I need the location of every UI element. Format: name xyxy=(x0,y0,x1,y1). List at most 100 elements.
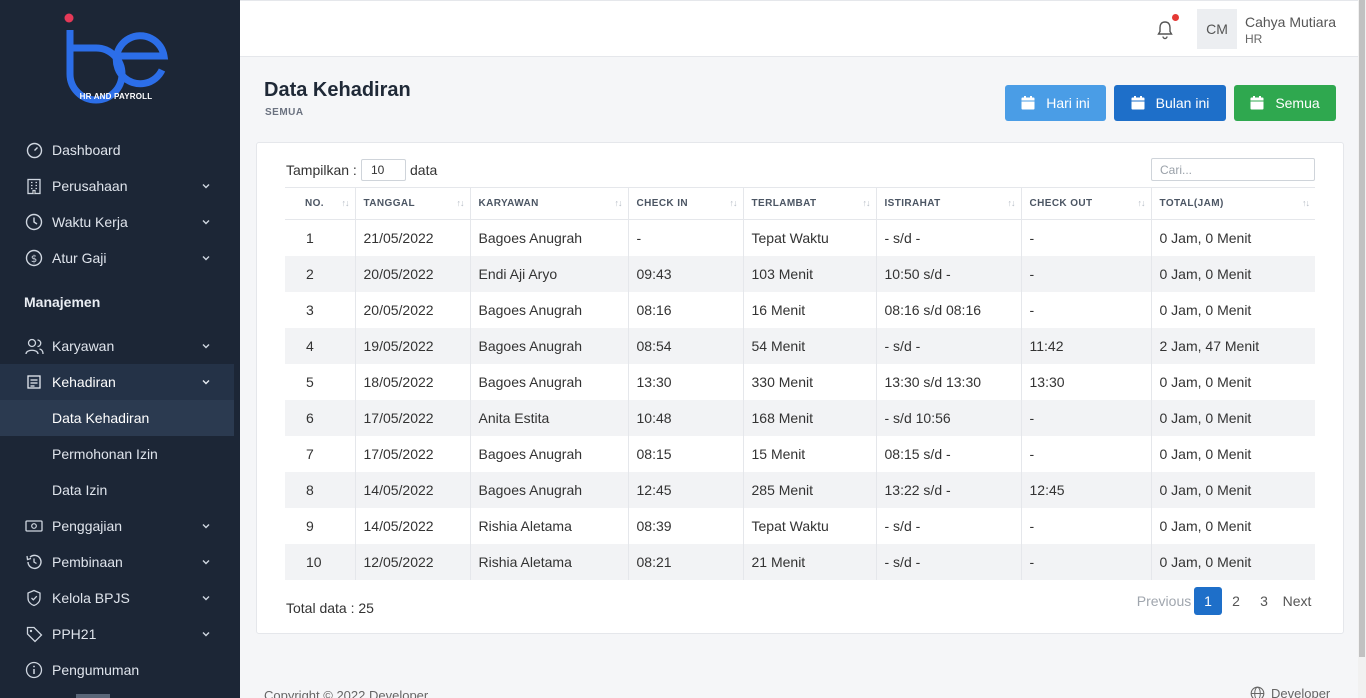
table-cell: 08:54 xyxy=(627,327,743,364)
sidebar-item-label: Karyawan xyxy=(52,338,115,354)
column-header-label: TANGGAL xyxy=(363,198,415,209)
pagination-next[interactable]: Next xyxy=(1278,587,1316,615)
notification-bell-icon[interactable] xyxy=(1154,19,1176,41)
column-header-no[interactable]: NO. ↑↓ xyxy=(285,187,355,220)
sidebar: HR AND PAYROLL Dashboard Perusahaan Wakt… xyxy=(0,0,240,698)
pagination-previous[interactable]: Previous xyxy=(1135,587,1193,615)
table-cell: Bagoes Anugrah xyxy=(469,435,628,472)
table-cell: Anita Estita xyxy=(469,399,628,436)
page-length-label: Tampilkan : xyxy=(286,162,357,178)
column-header-karyawan[interactable]: KARYAWAN ↑↓ xyxy=(469,187,628,220)
sidebar-subitem-permohonan-izin[interactable]: Permohonan Izin xyxy=(0,436,240,472)
attendance-card: Tampilkan : 10 data NO. ↑↓ TANGGAL ↑↓ KARY… xyxy=(256,142,1344,634)
table-row: 9 14/05/2022 Rishia Aletama 08:39 Tepat Wakt… xyxy=(285,507,1315,544)
table-cell: - xyxy=(1020,507,1151,544)
table-row: 7 17/05/2022 Bagoes Anugrah 08:15 15 Menit 08… xyxy=(285,435,1315,472)
sidebar-nav: Dashboard Perusahaan Waktu Kerja $ Atur … xyxy=(0,132,240,688)
table-row: 10 12/05/2022 Rishia Aletama 08:21 21 Menit -… xyxy=(285,543,1315,580)
sidebar-item-penggajian[interactable]: Penggajian xyxy=(0,508,240,544)
table-cell: 1 xyxy=(285,219,355,256)
pagination-page-1[interactable]: 1 xyxy=(1194,587,1222,615)
sort-icon: ↑↓ xyxy=(614,198,623,208)
table-cell: 9 xyxy=(285,507,355,544)
avatar[interactable]: CM xyxy=(1197,9,1237,49)
table-cell: 10:50 s/d - xyxy=(875,255,1021,292)
sidebar-item-pph21[interactable]: PPH21 xyxy=(0,616,240,652)
month-filter-button[interactable]: Bulan ini xyxy=(1114,85,1226,121)
column-header-tanggal[interactable]: TANGGAL ↑↓ xyxy=(354,187,470,220)
sidebar-item-kelola-bpjs[interactable]: Kelola BPJS xyxy=(0,580,240,616)
table-cell: - s/d 10:56 xyxy=(875,399,1021,436)
chevron-down-icon xyxy=(202,344,210,349)
table-body: 1 21/05/2022 Bagoes Anugrah - Tepat Waktu - s… xyxy=(285,219,1315,580)
table-cell: - xyxy=(1020,435,1151,472)
table-row: 2 20/05/2022 Endi Aji Aryo 09:43 103 Menit 10… xyxy=(285,255,1315,292)
table-cell: Bagoes Anugrah xyxy=(469,363,628,400)
sort-icon: ↑↓ xyxy=(341,198,350,208)
table-cell: 168 Menit xyxy=(742,399,876,436)
column-header-label: CHECK OUT xyxy=(1029,198,1093,209)
sidebar-item-pembinaan[interactable]: Pembinaan xyxy=(0,544,240,580)
page-subtitle: SEMUA xyxy=(265,107,304,118)
table-cell: - xyxy=(1020,291,1151,328)
table-cell: 330 Menit xyxy=(742,363,876,400)
table-cell: - xyxy=(1020,255,1151,292)
sidebar-item-atur-gaji[interactable]: $ Atur Gaji xyxy=(0,240,240,276)
column-header-total-jam[interactable]: TOTAL(JAM) ↑↓ xyxy=(1150,187,1315,220)
all-filter-button[interactable]: Semua xyxy=(1234,85,1336,121)
chevron-down-icon xyxy=(202,524,210,529)
table-cell: - xyxy=(1020,399,1151,436)
sidebar-item-pengumuman[interactable]: Pengumuman xyxy=(0,652,240,688)
table-cell: 13:30 xyxy=(627,363,743,400)
table-cell: - s/d - xyxy=(875,543,1021,580)
table-cell: 13:22 s/d - xyxy=(875,471,1021,508)
table-cell: - xyxy=(1020,219,1151,256)
sidebar-item-karyawan[interactable]: Karyawan xyxy=(0,328,240,364)
table-row: 1 21/05/2022 Bagoes Anugrah - Tepat Waktu - s… xyxy=(285,219,1315,256)
column-header-check-out[interactable]: CHECK OUT ↑↓ xyxy=(1020,187,1151,220)
sidebar-item-waktu-kerja[interactable]: Waktu Kerja xyxy=(0,204,240,240)
building-icon xyxy=(24,176,44,196)
sidebar-item-label: Kelola BPJS xyxy=(52,590,130,606)
sidebar-subitem-data-izin[interactable]: Data Izin xyxy=(0,472,240,508)
sidebar-item-kehadiran[interactable]: Kehadiran xyxy=(0,364,234,400)
page-scrollbar-thumb[interactable] xyxy=(1359,0,1365,657)
table-cell: 0 Jam, 0 Menit xyxy=(1150,291,1315,328)
topbar: CM Cahya Mutiara HR xyxy=(240,0,1358,57)
column-header-istirahat[interactable]: ISTIRAHAT ↑↓ xyxy=(875,187,1021,220)
footer-developer-link[interactable]: Developer xyxy=(1250,686,1330,698)
table-cell: Bagoes Anugrah xyxy=(469,291,628,328)
sidebar-subitem-data-kehadiran[interactable]: Data Kehadiran xyxy=(0,400,234,436)
page-length-select[interactable]: 10 xyxy=(361,159,406,181)
sidebar-item-dashboard[interactable]: Dashboard xyxy=(0,132,240,168)
today-filter-button[interactable]: Hari ini xyxy=(1005,85,1106,121)
table-cell: 17/05/2022 xyxy=(354,399,470,436)
column-header-label: TOTAL(JAM) xyxy=(1159,198,1224,209)
table-cell: 2 Jam, 47 Menit xyxy=(1150,327,1315,364)
sidebar-item-perusahaan[interactable]: Perusahaan xyxy=(0,168,240,204)
svg-text:$: $ xyxy=(31,254,37,265)
table-cell: Bagoes Anugrah xyxy=(469,471,628,508)
table-row: 8 14/05/2022 Bagoes Anugrah 12:45 285 Menit 1… xyxy=(285,471,1315,508)
sidebar-scrollbar[interactable] xyxy=(76,694,110,698)
sort-icon: ↑↓ xyxy=(1007,198,1016,208)
pagination-page-3[interactable]: 3 xyxy=(1250,587,1278,615)
calendar-icon xyxy=(1250,96,1264,110)
table-cell: 08:21 xyxy=(627,543,743,580)
table-cell: 18/05/2022 xyxy=(354,363,470,400)
table-cell: 54 Menit xyxy=(742,327,876,364)
user-role: HR xyxy=(1245,32,1263,46)
history-icon xyxy=(24,552,44,572)
table-row: 4 19/05/2022 Bagoes Anugrah 08:54 54 Menit - … xyxy=(285,327,1315,364)
user-name[interactable]: Cahya Mutiara xyxy=(1245,14,1336,30)
pagination-page-2[interactable]: 2 xyxy=(1222,587,1250,615)
table-header-row: NO. ↑↓ TANGGAL ↑↓ KARYAWAN ↑↓ CHECK IN ↑↓ TE… xyxy=(285,187,1315,220)
column-header-terlambat[interactable]: TERLAMBAT ↑↓ xyxy=(742,187,876,220)
calendar-icon xyxy=(24,372,44,392)
search-input[interactable] xyxy=(1151,158,1315,181)
clock-icon xyxy=(24,212,44,232)
table-cell: 0 Jam, 0 Menit xyxy=(1150,435,1315,472)
column-header-check-in[interactable]: CHECK IN ↑↓ xyxy=(627,187,743,220)
table-cell: 21/05/2022 xyxy=(354,219,470,256)
sidebar-item-label: Perusahaan xyxy=(52,178,128,194)
